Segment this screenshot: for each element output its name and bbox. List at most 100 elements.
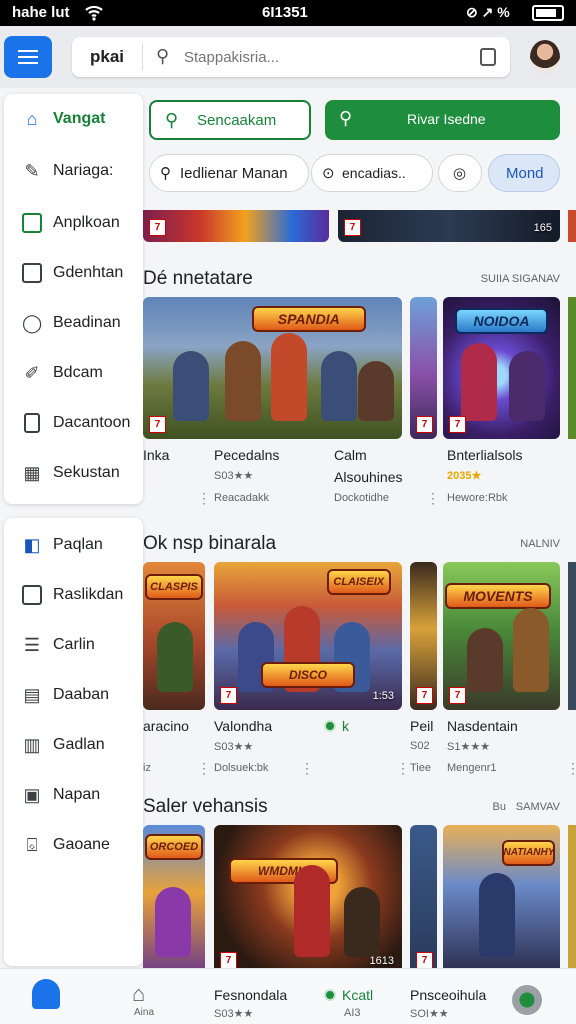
menu-button[interactable] [4, 36, 52, 78]
sidebar-item-gadlan[interactable]: ▥ Gadlan [4, 726, 143, 766]
duration-label: 1:53 [372, 690, 394, 702]
item-title[interactable]: Peil [410, 718, 433, 734]
status-icons: ⊘ ↗ % [466, 4, 510, 20]
character-figure [467, 628, 503, 692]
menu-icon [18, 50, 38, 52]
character-figure [321, 351, 357, 421]
pin-icon: ⚲ [160, 165, 171, 182]
item-title[interactable]: aracino [143, 718, 189, 734]
title-art: NATIANHY [501, 840, 556, 866]
rating-badge: 7 [416, 416, 433, 433]
filter-chip-2[interactable]: ⊙ encadias.. [311, 154, 433, 192]
leaf-icon: ✎ [24, 161, 40, 181]
filled-action-button[interactable]: ⚲ Rivar Isedne [325, 100, 560, 140]
media-thumbnail[interactable]: CLAISEIX DISCO 7 1:53 [214, 562, 402, 710]
section-prefix: Bu [492, 801, 506, 813]
media-thumbnail[interactable]: NATIANHY [443, 825, 560, 975]
title-art: NOIDOA [454, 308, 549, 335]
sidebar-secondary: ◧ Paqlan Raslikdan ☰ Carlin ▤ Daaban ▥ G… [4, 518, 143, 966]
installed-label: k [342, 718, 349, 734]
media-thumbnail[interactable]: SPANDIA 7 [143, 297, 402, 439]
title-art-bottom: DISCO [261, 662, 355, 688]
account-nav-icon[interactable] [512, 985, 542, 1015]
item-rating: S1★★★ [447, 741, 491, 753]
sidebar-item-bdcam[interactable]: ✐ Bdcam [4, 354, 143, 394]
status-bar: hahe lut 6I1351 ⊘ ↗ % [0, 0, 576, 26]
filter-chip-4[interactable]: Mond [488, 154, 560, 192]
sidebar-item-paqlan[interactable]: ◧ Paqlan [4, 526, 143, 566]
character-figure [358, 361, 394, 421]
media-thumbnail[interactable] [568, 210, 576, 242]
sidebar-item-carlin[interactable]: ☰ Carlin [4, 626, 143, 666]
voice-search-icon[interactable] [480, 48, 496, 66]
more-options-icon[interactable]: ⋮ [197, 760, 211, 777]
sidebar-item-vangat[interactable]: ⌂ Vangat [4, 100, 143, 140]
media-thumbnail[interactable]: 7 165 [338, 210, 560, 242]
character-figure [479, 873, 515, 957]
more-options-icon[interactable]: ⋮ [396, 760, 410, 777]
character-figure [344, 887, 380, 957]
sidebar-item-beadinan[interactable]: ◯ Beadinan [4, 304, 143, 344]
media-thumbnail[interactable]: ORCOED [143, 825, 205, 975]
filter-chip-1[interactable]: ⚲ Iedlienar Manan [149, 154, 309, 192]
media-thumbnail[interactable] [568, 297, 576, 439]
installed-indicator: Kcatl [324, 987, 373, 1003]
rating-badge: 7 [449, 687, 466, 704]
document-icon: ▤ [23, 685, 41, 705]
item-title[interactable]: Bnterlialsols [447, 447, 522, 463]
more-options-icon[interactable]: ⋮ [300, 760, 314, 777]
media-thumbnail[interactable]: WMDMIS 7 1613 [214, 825, 402, 975]
check-icon [324, 989, 336, 1001]
section-see-all[interactable]: NALNIV [520, 538, 560, 550]
rating-badge: 7 [149, 416, 166, 433]
media-thumbnail[interactable]: 7 [410, 562, 437, 710]
media-thumbnail[interactable] [568, 562, 576, 710]
media-thumbnail[interactable] [568, 825, 576, 975]
media-thumbnail[interactable]: 7 [410, 297, 437, 439]
sidebar-item-sekustan[interactable]: ▦ Sekustan [4, 454, 143, 494]
outline-action-button[interactable]: ⚲ Sencaakam [149, 100, 311, 140]
item-title[interactable]: Inka [143, 447, 169, 463]
sidebar-item-daaban[interactable]: ▤ Daaban [4, 676, 143, 716]
item-title[interactable]: Pecedalns [214, 447, 279, 463]
item-title[interactable]: Fesnondala [214, 987, 287, 1003]
sidebar-item-raslikdan[interactable]: Raslikdan [4, 576, 143, 616]
search-bar[interactable]: pkai ⚲ [72, 37, 510, 77]
section-title: Saler vehansis [143, 796, 268, 817]
filter-chip-3[interactable]: ◎ [438, 154, 482, 192]
sidebar-item-napan[interactable]: ▣ Napan [4, 776, 143, 816]
item-title[interactable]: Valondha [214, 718, 272, 734]
search-icon: ⚲ [165, 110, 179, 130]
sidebar-item-gaoane[interactable]: ⌺ Gaoane [4, 826, 143, 866]
section-see-all[interactable]: SUIIA SIGANAV [481, 273, 560, 285]
sidebar-item-label: Nariaga: [53, 162, 114, 179]
character-figure [173, 351, 209, 421]
search-input[interactable] [184, 46, 454, 68]
item-title[interactable]: Pnsceoihula [410, 987, 486, 1003]
apps-nav-icon[interactable]: ⌂ [132, 981, 145, 1007]
item-subtitle: Reacadakk [214, 492, 270, 504]
item-rating: S03★★ [214, 741, 254, 753]
apps-icon [22, 213, 42, 233]
more-options-icon[interactable]: ⋮ [426, 490, 440, 507]
filter-chip-label: encadias.. [342, 165, 406, 181]
sidebar-item-nariaga[interactable]: ✎ Nariaga: [4, 152, 143, 192]
item-subtitle: Mengenr1 [447, 762, 497, 774]
media-thumbnail[interactable]: CLASPIS [143, 562, 205, 710]
media-thumbnail[interactable]: NOIDOA 7 [443, 297, 560, 439]
media-thumbnail[interactable]: 7 [410, 825, 437, 975]
section-see-all[interactable]: SAMVAV [516, 801, 560, 813]
home-nav-button[interactable] [32, 979, 60, 1009]
sidebar-item-anplkoan[interactable]: Anplkoan [4, 204, 143, 244]
sidebar-item-gdenhtan[interactable]: Gdenhtan [4, 254, 143, 294]
media-thumbnail[interactable]: 7 [143, 210, 329, 242]
item-title[interactable]: Calm [334, 447, 367, 463]
more-options-icon[interactable]: ⋮ [197, 490, 211, 507]
sidebar-item-dacantoon[interactable]: Dacantoon [4, 404, 143, 444]
media-thumbnail[interactable]: MOVENTS 7 [443, 562, 560, 710]
avatar[interactable] [530, 40, 560, 74]
chat-icon: ◯ [22, 313, 43, 333]
clock: 6I1351 [262, 4, 308, 21]
item-title[interactable]: Nasdentain [447, 718, 518, 734]
more-options-icon[interactable]: ⋮ [566, 760, 576, 777]
